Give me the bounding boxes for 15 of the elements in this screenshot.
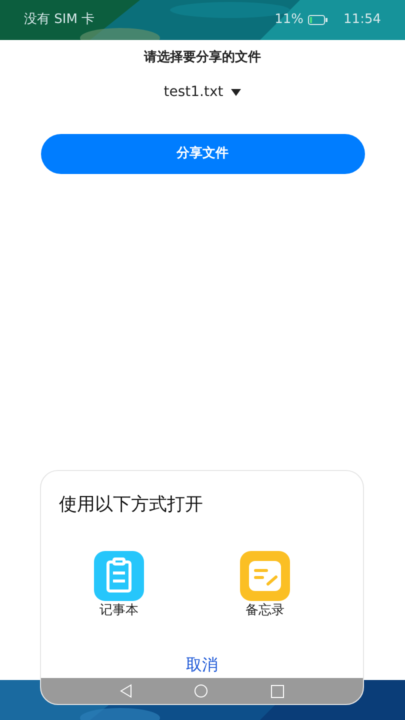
sheet-title: 使用以下方式打开 <box>59 493 204 517</box>
app-option[interactable]: 记事本 <box>51 551 187 620</box>
time-text: 11:54 <box>344 11 381 30</box>
file-dropdown[interactable]: test1.txt <box>164 82 242 102</box>
app-option[interactable]: 备忘录 <box>197 551 333 620</box>
battery-icon <box>308 15 328 25</box>
home-icon[interactable] <box>194 684 208 698</box>
recents-icon[interactable] <box>270 684 284 698</box>
cancel-button[interactable]: 取消 <box>186 652 218 676</box>
prompt-text: 请选择要分享的文件 <box>144 48 261 67</box>
battery-text: 11% <box>274 11 304 30</box>
carrier-text: 没有 SIM 卡 <box>24 11 95 30</box>
caret-icon <box>231 88 242 96</box>
back-icon[interactable] <box>120 684 132 698</box>
share-button[interactable]: 分享文件 <box>40 134 364 174</box>
